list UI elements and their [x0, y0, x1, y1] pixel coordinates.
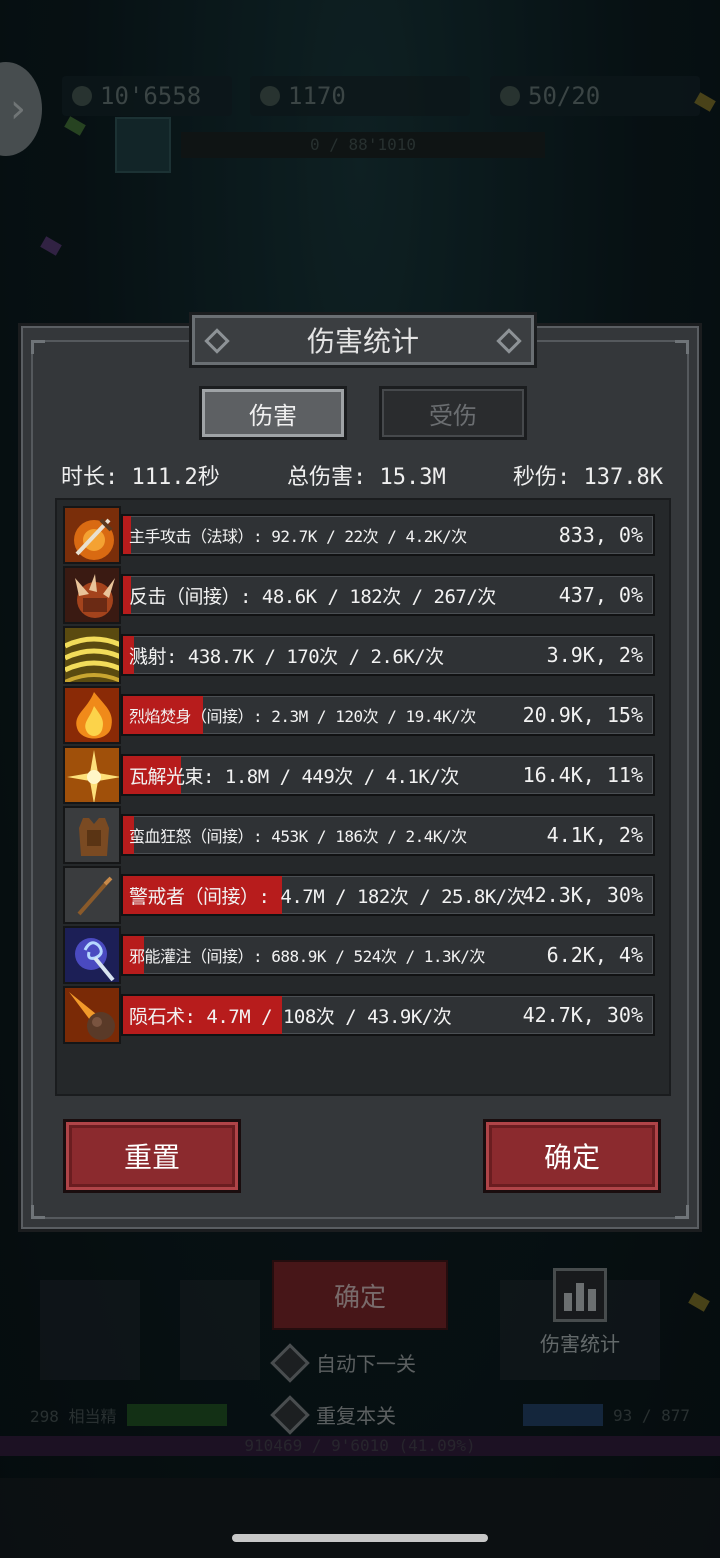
damage-bar: 烈焰焚身（间接）: 2.3M / 120次 / 19.4K/次 20.9K, 1…: [121, 694, 655, 736]
list-item: 瓦解光束: 1.8M / 449次 / 4.1K/次 16.4K, 11%: [63, 746, 655, 804]
skill-damage-detail: 主手攻击（法球）: 92.7K / 22次 / 4.2K/次: [129, 527, 467, 546]
list-item: 烈焰焚身（间接）: 2.3M / 120次 / 19.4K/次 20.9K, 1…: [63, 686, 655, 744]
list-item: 蛮血狂怒（间接）: 453K / 186次 / 2.4K/次 4.1K, 2%: [63, 806, 655, 864]
tab-damage-dealt[interactable]: 伤害: [199, 386, 347, 440]
light-burst-icon: [63, 746, 121, 804]
skill-damage-detail: 蛮血狂怒（间接）: 453K / 186次 / 2.4K/次: [129, 827, 467, 846]
skill-dps-share: 20.9K, 15%: [522, 703, 643, 727]
damage-bar: 瓦解光束: 1.8M / 449次 / 4.1K/次 16.4K, 11%: [121, 754, 655, 796]
skill-damage-detail: 警戒者（间接）: 4.7M / 182次 / 25.8K/次: [129, 885, 526, 908]
damage-bar: 主手攻击（法球）: 92.7K / 22次 / 4.2K/次 833, 0%: [121, 514, 655, 556]
reset-button[interactable]: 重置: [63, 1119, 241, 1193]
list-item: 陨石术: 4.7M / 108次 / 43.9K/次 42.7K, 30%: [63, 986, 655, 1044]
sword-icon: [63, 506, 121, 564]
damage-bar: 邪能灌注（间接）: 688.9K / 524次 / 1.3K/次 6.2K, 4…: [121, 934, 655, 976]
dps-stat: 秒伤: 137.8K: [513, 465, 663, 490]
meteor-icon: [63, 986, 121, 1044]
skill-damage-detail: 邪能灌注（间接）: 688.9K / 524次 / 1.3K/次: [129, 947, 485, 966]
list-item: 邪能灌注（间接）: 688.9K / 524次 / 1.3K/次 6.2K, 4…: [63, 926, 655, 984]
skill-damage-detail: 陨石术: 4.7M / 108次 / 43.9K/次: [129, 1005, 452, 1028]
damage-bar: 溅射: 438.7K / 170次 / 2.6K/次 3.9K, 2%: [121, 634, 655, 676]
home-indicator[interactable]: [232, 1534, 488, 1542]
skill-dps-share: 437, 0%: [558, 583, 643, 607]
dialog-title: 伤害统计: [189, 312, 537, 368]
skill-dps-share: 833, 0%: [558, 523, 643, 547]
skill-damage-detail: 烈焰焚身（间接）: 2.3M / 120次 / 19.4K/次: [129, 707, 476, 726]
damage-bar: 陨石术: 4.7M / 108次 / 43.9K/次 42.7K, 30%: [121, 994, 655, 1036]
list-item: 反击（间接）: 48.6K / 182次 / 267/次 437, 0%: [63, 566, 655, 624]
confirm-button[interactable]: 确定: [483, 1119, 661, 1193]
tab-damage-taken[interactable]: 受伤: [379, 386, 527, 440]
damage-list[interactable]: 主手攻击（法球）: 92.7K / 22次 / 4.2K/次 833, 0% 反…: [55, 498, 671, 1096]
skill-dps-share: 3.9K, 2%: [546, 643, 643, 667]
splash-wave-icon: [63, 626, 121, 684]
skill-dps-share: 4.1K, 2%: [546, 823, 643, 847]
skill-dps-share: 6.2K, 4%: [546, 943, 643, 967]
skill-dps-share: 16.4K, 11%: [522, 763, 643, 787]
skill-dps-share: 42.7K, 30%: [522, 1003, 643, 1027]
damage-bar: 反击（间接）: 48.6K / 182次 / 267/次 437, 0%: [121, 574, 655, 616]
arcane-staff-icon: [63, 926, 121, 984]
skill-damage-detail: 溅射: 438.7K / 170次 / 2.6K/次: [129, 645, 444, 668]
flame-body-icon: [63, 686, 121, 744]
list-item: 主手攻击（法球）: 92.7K / 22次 / 4.2K/次 833, 0%: [63, 506, 655, 564]
armor-vest-icon: [63, 806, 121, 864]
spiked-fist-icon: [63, 566, 121, 624]
duration-stat: 时长: 111.2秒: [61, 465, 220, 490]
damage-bar: 蛮血狂怒（间接）: 453K / 186次 / 2.4K/次 4.1K, 2%: [121, 814, 655, 856]
skill-damage-detail: 反击（间接）: 48.6K / 182次 / 267/次: [129, 585, 496, 608]
skill-dps-share: 42.3K, 30%: [522, 883, 643, 907]
skill-damage-detail: 瓦解光束: 1.8M / 449次 / 4.1K/次: [129, 765, 459, 788]
list-item: 溅射: 438.7K / 170次 / 2.6K/次 3.9K, 2%: [63, 626, 655, 684]
list-item: 警戒者（间接）: 4.7M / 182次 / 25.8K/次 42.3K, 30…: [63, 866, 655, 924]
summary-stats: 时长: 111.2秒 总伤害: 15.3M 秒伤: 137.8K: [61, 458, 663, 492]
total-damage-stat: 总伤害: 15.3M: [287, 465, 446, 490]
damage-bar: 警戒者（间接）: 4.7M / 182次 / 25.8K/次 42.3K, 30…: [121, 874, 655, 916]
wooden-staff-icon: [63, 866, 121, 924]
damage-stats-dialog: 伤害统计 伤害 受伤 时长: 111.2秒 总伤害: 15.3M 秒伤: 137…: [18, 312, 702, 1232]
